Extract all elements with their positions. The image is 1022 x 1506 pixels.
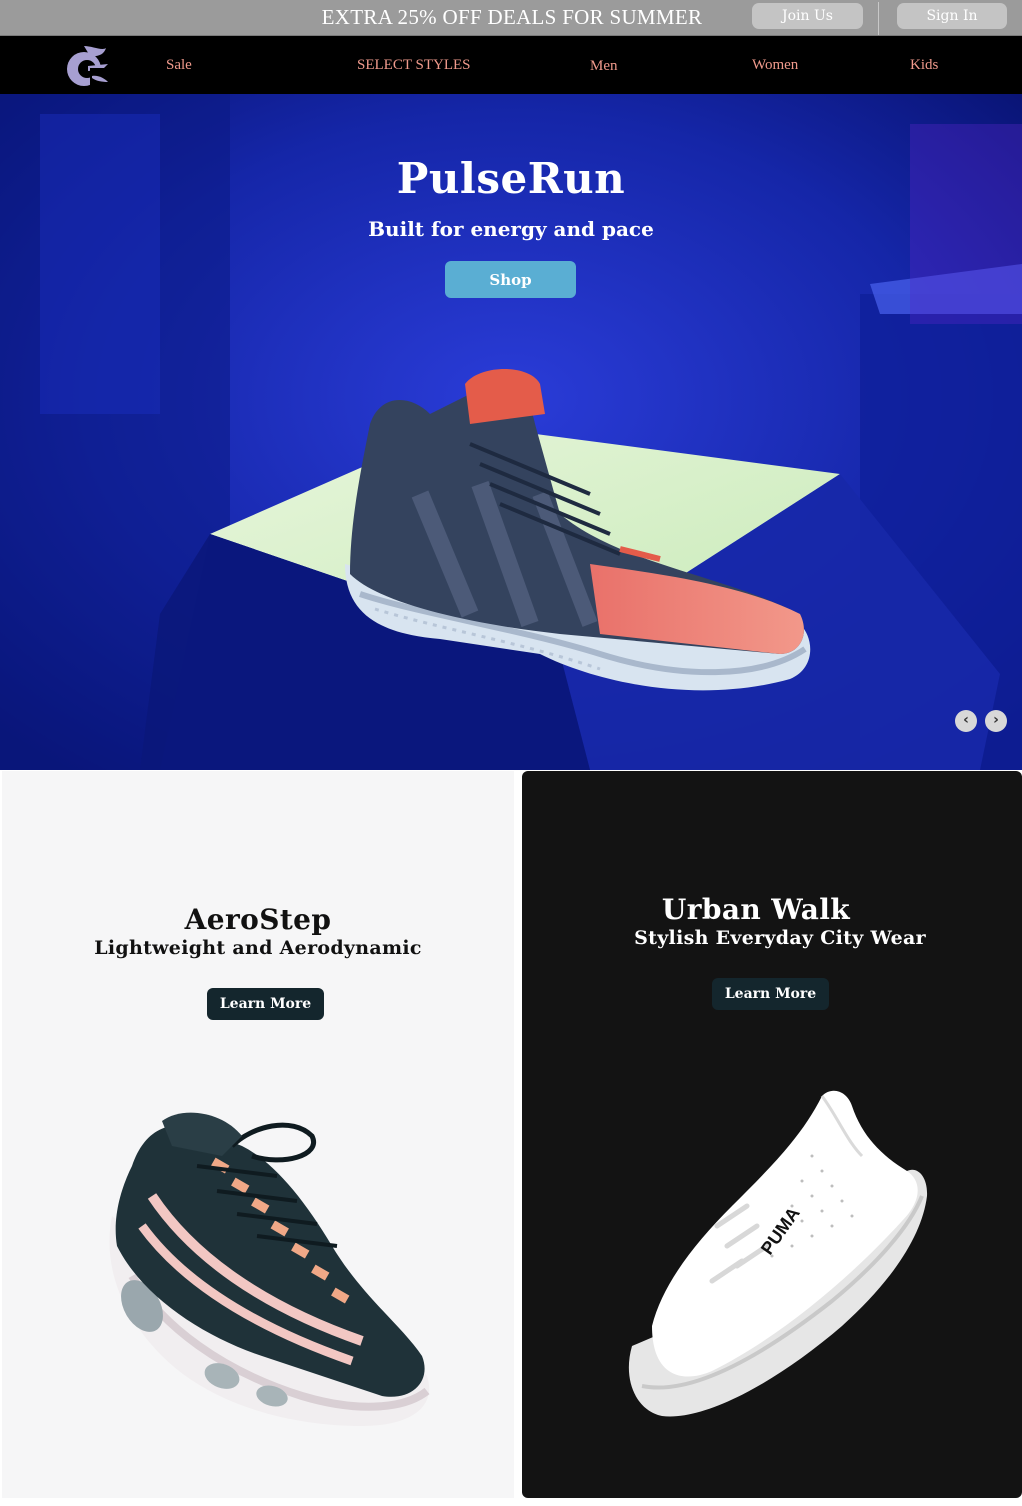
urban-walk-shoe-image: PUMA bbox=[628, 1090, 928, 1417]
nav-select-styles[interactable]: SELECT STYLES bbox=[357, 57, 470, 74]
learn-more-button[interactable]: Learn More bbox=[207, 988, 324, 1020]
promo-divider bbox=[878, 2, 879, 35]
join-us-button[interactable]: Join Us bbox=[752, 3, 863, 29]
nav-kids[interactable]: Kids bbox=[910, 57, 938, 74]
hero-subtitle: Built for energy and pace bbox=[368, 217, 654, 241]
promo-bar: EXTRA 25% OFF DEALS FOR SUMMER Join Us S… bbox=[0, 0, 1022, 36]
product-card-urban-walk: Urban Walk Stylish Everyday City Wear Le… bbox=[522, 771, 1022, 1498]
hero-banner: PulseRun Built for energy and pace Shop … bbox=[0, 94, 1022, 770]
card-subtitle: Lightweight and Aerodynamic bbox=[94, 937, 422, 959]
learn-more-button[interactable]: Learn More bbox=[712, 978, 829, 1010]
logo-icon[interactable] bbox=[62, 42, 110, 88]
main-nav: Sale SELECT STYLES Men Women Kids bbox=[0, 36, 1022, 94]
product-card-aerostep: AeroStep Lightweight and Aerodynamic Lea… bbox=[2, 771, 514, 1498]
nav-women[interactable]: Women bbox=[752, 57, 798, 74]
promo-text: EXTRA 25% OFF DEALS FOR SUMMER bbox=[321, 5, 703, 29]
card-subtitle: Stylish Everyday City Wear bbox=[634, 927, 926, 949]
carousel-next-icon[interactable]: › bbox=[985, 710, 1007, 732]
carousel-prev-icon[interactable]: ‹ bbox=[955, 710, 977, 732]
hero-title: PulseRun bbox=[396, 154, 626, 203]
nav-sale[interactable]: Sale bbox=[166, 57, 192, 74]
aerostep-shoe-image bbox=[109, 1112, 430, 1426]
shop-button[interactable]: Shop bbox=[445, 261, 576, 298]
card-title: AeroStep bbox=[184, 903, 332, 936]
sign-in-button[interactable]: Sign In bbox=[897, 3, 1007, 29]
card-title: Urban Walk bbox=[661, 893, 851, 926]
nav-men[interactable]: Men bbox=[590, 58, 618, 75]
